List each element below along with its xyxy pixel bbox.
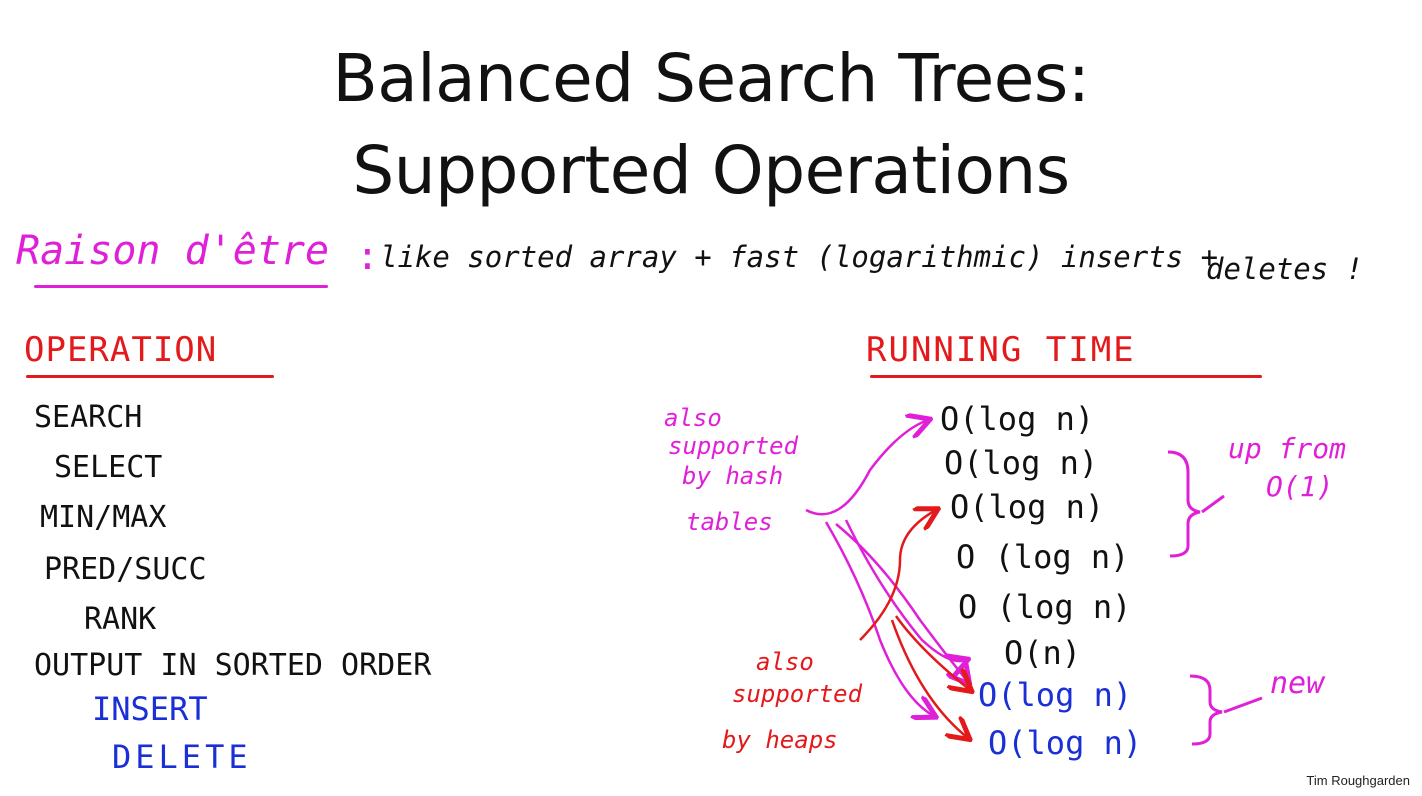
heaps-arrow-insert xyxy=(894,615,970,690)
hash-arrow-extra xyxy=(844,519,966,661)
annotation-strokes xyxy=(805,0,1263,746)
new-brace xyxy=(1189,674,1223,746)
lecture-slide: Balanced Search Trees: Supported Operati… xyxy=(0,0,1422,796)
new-dash xyxy=(1223,696,1263,714)
up-from-brace xyxy=(1167,450,1201,558)
author-footer: Tim Roughgarden xyxy=(1306,773,1410,788)
hash-arrow-search xyxy=(805,420,928,516)
up-from-dash xyxy=(1201,494,1225,514)
hash-arrow-delete xyxy=(824,521,934,716)
